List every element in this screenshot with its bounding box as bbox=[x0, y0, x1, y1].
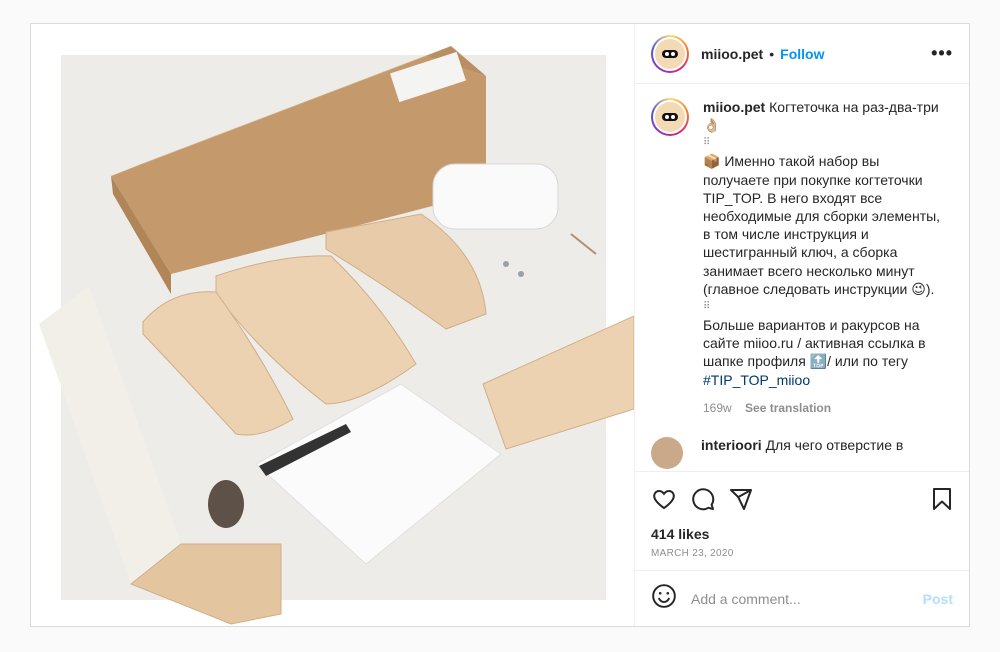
product-photo bbox=[39, 46, 634, 625]
caption-text: miioo.pet Когтеточка на раз-два-три 👌🏼 ⠿… bbox=[703, 98, 949, 417]
caption-meta: 169w See translation bbox=[703, 399, 949, 417]
post-card: miioo.pet • Follow ••• miioo.pet Когтето… bbox=[30, 23, 970, 627]
caption-paragraph-3: Больше вариантов и ракурсов на сайте mii… bbox=[703, 317, 926, 370]
mask-logo-icon bbox=[662, 49, 678, 58]
paper-plane-icon[interactable] bbox=[729, 487, 753, 511]
post-age: 169w bbox=[703, 400, 732, 415]
header-username[interactable]: miioo.pet bbox=[701, 46, 763, 62]
commenter-avatar[interactable] bbox=[651, 437, 683, 470]
caption-paragraph-2: 📦 Именно такой набор вы получаете при по… bbox=[703, 153, 941, 297]
add-comment-bar: Post bbox=[635, 570, 969, 626]
comment-input[interactable] bbox=[689, 589, 923, 608]
comment-icon[interactable] bbox=[691, 487, 715, 511]
comment-item: interioori Для чего отверстие в bbox=[651, 437, 953, 470]
comments-section[interactable]: miioo.pet Когтеточка на раз-два-три 👌🏼 ⠿… bbox=[635, 84, 969, 472]
separator-dot: • bbox=[769, 45, 775, 62]
post-sidebar: miioo.pet • Follow ••• miioo.pet Когтето… bbox=[635, 24, 969, 626]
bookmark-icon[interactable] bbox=[931, 487, 953, 511]
follow-button[interactable]: Follow bbox=[780, 46, 824, 62]
caption-dots-2: ⠿ bbox=[703, 301, 711, 313]
see-translation-button[interactable]: See translation bbox=[745, 401, 831, 415]
more-options-icon[interactable]: ••• bbox=[931, 43, 953, 64]
heart-icon[interactable] bbox=[651, 487, 677, 511]
likes-count[interactable]: 414 likes bbox=[635, 526, 969, 542]
mask-logo-icon bbox=[662, 113, 678, 121]
action-bar bbox=[635, 472, 969, 512]
post-header: miioo.pet • Follow ••• bbox=[635, 24, 969, 84]
caption-dots: ⠿ bbox=[703, 137, 711, 149]
post-date: MARCH 23, 2020 bbox=[651, 548, 734, 559]
caption-avatar[interactable] bbox=[651, 98, 689, 136]
caption: miioo.pet Когтеточка на раз-два-три 👌🏼 ⠿… bbox=[651, 98, 953, 417]
post-image[interactable] bbox=[31, 24, 635, 626]
caption-username[interactable]: miioo.pet bbox=[703, 99, 765, 115]
smiley-icon[interactable] bbox=[651, 583, 677, 614]
comment-text: interioori Для чего отверстие в bbox=[701, 437, 903, 453]
comment-body: Для чего отверстие в bbox=[765, 437, 904, 454]
commenter-username[interactable]: interioori bbox=[701, 437, 762, 453]
hashtag-link[interactable]: #TIP_TOP_miioo bbox=[703, 372, 810, 388]
avatar[interactable] bbox=[651, 34, 689, 73]
post-comment-button[interactable]: Post bbox=[923, 591, 953, 607]
